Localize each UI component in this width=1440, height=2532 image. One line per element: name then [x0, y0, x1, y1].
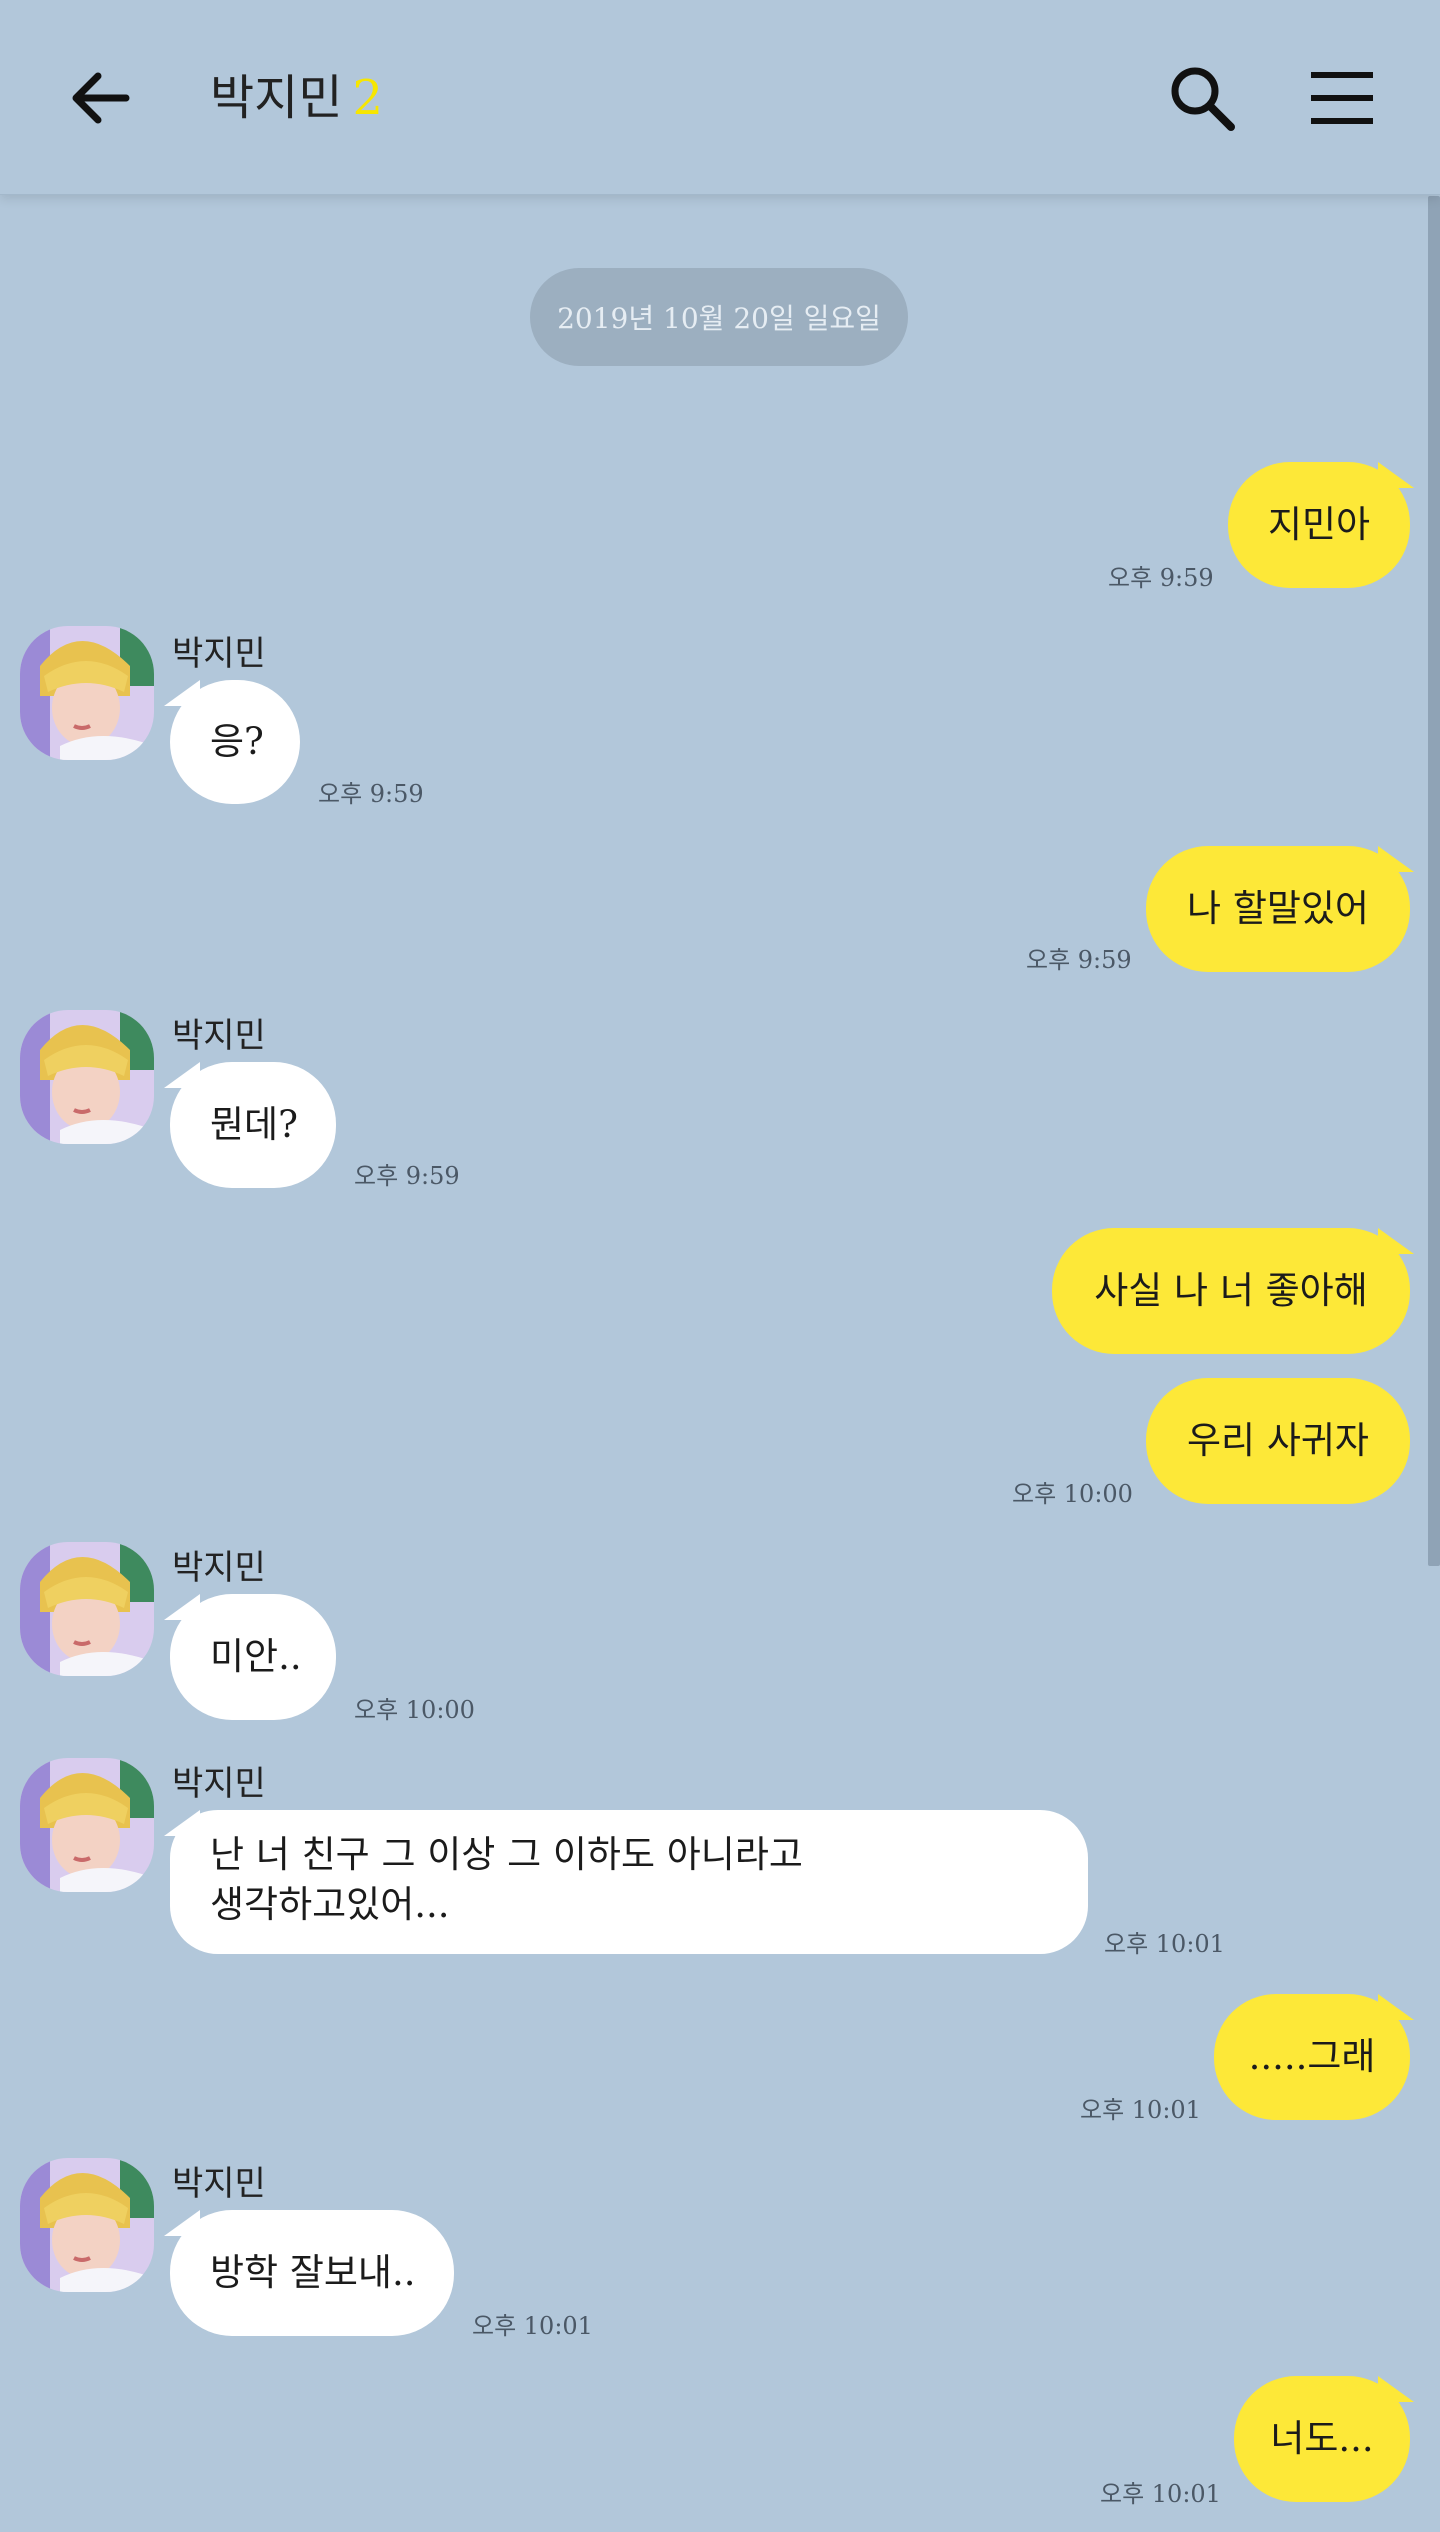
- search-icon: [1171, 67, 1235, 131]
- chat-title: 박지민 2: [210, 66, 383, 130]
- sender-name: 박지민: [172, 1764, 266, 1804]
- message-text: 미안..: [210, 1635, 302, 1678]
- search-button[interactable]: [1160, 56, 1244, 140]
- avatar-image: [20, 1758, 154, 1892]
- message-text: 지민아: [1267, 503, 1371, 546]
- sent-message-bubble[interactable]: 사실 나 너 좋아해: [1052, 1228, 1410, 1354]
- sender-name: 박지민: [172, 1016, 266, 1056]
- bubble-tail: [1378, 1228, 1414, 1254]
- bubble-tail: [1378, 846, 1414, 872]
- back-button[interactable]: [60, 58, 140, 138]
- message-time: 오후 10:00: [1012, 1480, 1133, 1508]
- sent-message-bubble[interactable]: 나 할말있어: [1146, 846, 1410, 972]
- sent-message-bubble[interactable]: 우리 사귀자: [1146, 1378, 1410, 1504]
- date-divider: 2019년 10월 20일 일요일: [530, 268, 908, 366]
- bubble-tail: [164, 2210, 200, 2236]
- member-count: 2: [352, 70, 384, 126]
- date-divider-text: 2019년 10월 20일 일요일: [557, 302, 881, 335]
- message-time: 오후 9:59: [354, 1162, 460, 1190]
- message-text-line: 난 너 친구 그 이상 그 이하도 아니라고: [210, 1833, 803, 1876]
- message-text: 방학 잘보내..: [210, 2251, 416, 2294]
- message-text: 나 할말있어: [1187, 887, 1369, 930]
- received-message-bubble[interactable]: 난 너 친구 그 이상 그 이하도 아니라고 생각하고있어...: [170, 1810, 1088, 1954]
- bubble-tail: [164, 680, 200, 706]
- bubble-tail: [164, 1810, 200, 1836]
- avatar-image: [20, 2158, 154, 2292]
- avatar-image: [20, 626, 154, 760]
- message-text: 뭔데?: [210, 1103, 298, 1146]
- menu-icon: [1311, 72, 1373, 124]
- bubble-tail: [1378, 462, 1414, 488]
- message-time: 오후 9:59: [1026, 946, 1132, 974]
- sender-name: 박지민: [172, 1548, 266, 1588]
- avatar-image: [20, 1010, 154, 1144]
- avatar[interactable]: [20, 1542, 154, 1676]
- avatar[interactable]: [20, 2158, 154, 2292]
- menu-button[interactable]: [1300, 56, 1384, 140]
- arrow-left-icon: [72, 72, 130, 124]
- chat-header: 박지민 2: [0, 0, 1440, 195]
- bubble-tail: [1378, 2376, 1414, 2402]
- avatar[interactable]: [20, 1010, 154, 1144]
- message-time: 오후 10:01: [1100, 2480, 1221, 2508]
- avatar[interactable]: [20, 1758, 154, 1892]
- message-time: 오후 9:59: [318, 780, 424, 808]
- message-text: 사실 나 너 좋아해: [1094, 1269, 1368, 1312]
- scrollbar[interactable]: [1428, 196, 1440, 1566]
- sender-name: 박지민: [172, 2164, 266, 2204]
- message-time: 오후 9:59: [1108, 564, 1214, 592]
- message-text-line: 생각하고있어...: [210, 1883, 450, 1926]
- message-text: 응?: [210, 720, 264, 763]
- message-text: 우리 사귀자: [1187, 1419, 1369, 1462]
- received-message-bubble[interactable]: 방학 잘보내..: [170, 2210, 454, 2336]
- bubble-tail: [164, 1594, 200, 1620]
- chat-title-name: 박지민: [210, 70, 343, 126]
- message-time: 오후 10:01: [1080, 2096, 1201, 2124]
- avatar-image: [20, 1542, 154, 1676]
- bubble-tail: [1378, 1994, 1414, 2020]
- sender-name: 박지민: [172, 634, 266, 674]
- message-time: 오후 10:01: [1104, 1930, 1225, 1958]
- message-time: 오후 10:00: [354, 1696, 475, 1724]
- bubble-tail: [164, 1062, 200, 1088]
- message-text: .....그래: [1248, 2035, 1376, 2078]
- avatar[interactable]: [20, 626, 154, 760]
- message-text: 너도...: [1270, 2417, 1374, 2460]
- message-time: 오후 10:01: [472, 2312, 593, 2340]
